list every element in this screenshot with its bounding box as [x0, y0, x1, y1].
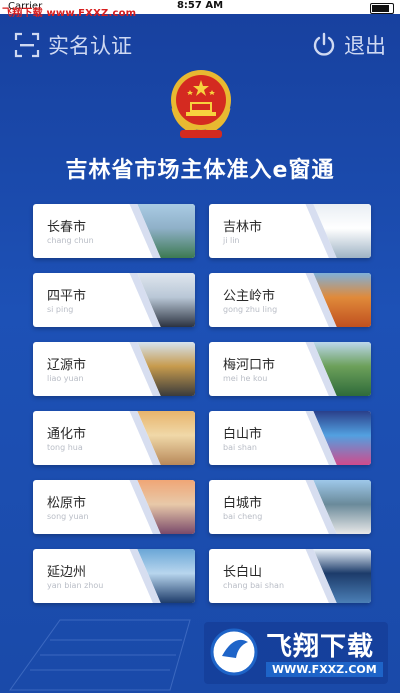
city-name: 通化市: [47, 427, 87, 442]
city-name: 公主岭市: [223, 289, 276, 304]
city-name: 四平市: [47, 289, 87, 304]
brand-watermark: 飞翔下载 WWW.FXXZ.COM: [204, 622, 388, 684]
city-card[interactable]: 吉林市 ji lin: [209, 204, 371, 258]
national-emblem-icon: [171, 70, 231, 138]
city-card[interactable]: 长白山 chang bai shan: [209, 549, 371, 603]
city-pinyin: chang chun: [47, 236, 94, 245]
city-pinyin: song yuan: [47, 512, 89, 521]
city-card[interactable]: 辽源市 liao yuan: [33, 342, 195, 396]
city-name: 吉林市: [223, 220, 263, 235]
app-title: 吉林省市场主体准入e窗通: [65, 158, 335, 183]
realname-auth-label: 实名认证: [48, 34, 132, 58]
city-pinyin: si ping: [47, 305, 74, 314]
city-card[interactable]: 延边州 yan bian zhou: [33, 549, 195, 603]
city-card[interactable]: 长春市 chang chun: [33, 204, 195, 258]
city-pinyin: gong zhu ling: [223, 305, 278, 314]
city-name: 长春市: [47, 220, 87, 235]
status-time: 8:57 AM: [176, 0, 224, 11]
city-pinyin: chang bai shan: [223, 581, 285, 590]
city-name: 延边州: [47, 565, 87, 580]
realname-auth-button[interactable]: 实名认证: [14, 30, 132, 60]
city-pinyin: mei he kou: [223, 374, 268, 383]
city-card[interactable]: 梅河口市 mei he kou: [209, 342, 371, 396]
brand-logo-icon: [210, 628, 258, 676]
city-name: 白山市: [223, 427, 263, 442]
city-pinyin: yan bian zhou: [47, 581, 104, 590]
city-name: 松原市: [47, 496, 87, 511]
city-card[interactable]: 白山市 bai shan: [209, 411, 371, 465]
top-bar: 实名认证 退出: [0, 28, 400, 68]
city-pinyin: ji lin: [223, 236, 240, 245]
city-pinyin: liao yuan: [47, 374, 84, 383]
city-name: 辽源市: [47, 358, 87, 373]
city-card[interactable]: 松原市 song yuan: [33, 480, 195, 534]
city-card[interactable]: 白城市 bai cheng: [209, 480, 371, 534]
brand-name: 飞翔下载: [266, 632, 375, 662]
brand-url: WWW.FXXZ.COM: [266, 662, 383, 677]
city-name: 白城市: [223, 496, 263, 511]
status-bar: Carrier 飞翔下载 www.FXXZ.com 8:57 AM: [0, 0, 400, 19]
battery-icon: [370, 3, 394, 14]
city-card[interactable]: 通化市 tong hua: [33, 411, 195, 465]
logout-button[interactable]: 退出: [311, 30, 386, 60]
city-card[interactable]: 四平市 si ping: [33, 273, 195, 327]
city-name: 梅河口市: [223, 358, 276, 373]
scan-icon: [14, 32, 40, 58]
city-pinyin: bai shan: [223, 443, 257, 452]
city-pinyin: tong hua: [47, 443, 83, 452]
city-card[interactable]: 公主岭市 gong zhu ling: [209, 273, 371, 327]
logout-label: 退出: [344, 34, 386, 58]
power-icon: [313, 32, 335, 56]
city-pinyin: bai cheng: [223, 512, 263, 521]
city-name: 长白山: [223, 565, 263, 580]
